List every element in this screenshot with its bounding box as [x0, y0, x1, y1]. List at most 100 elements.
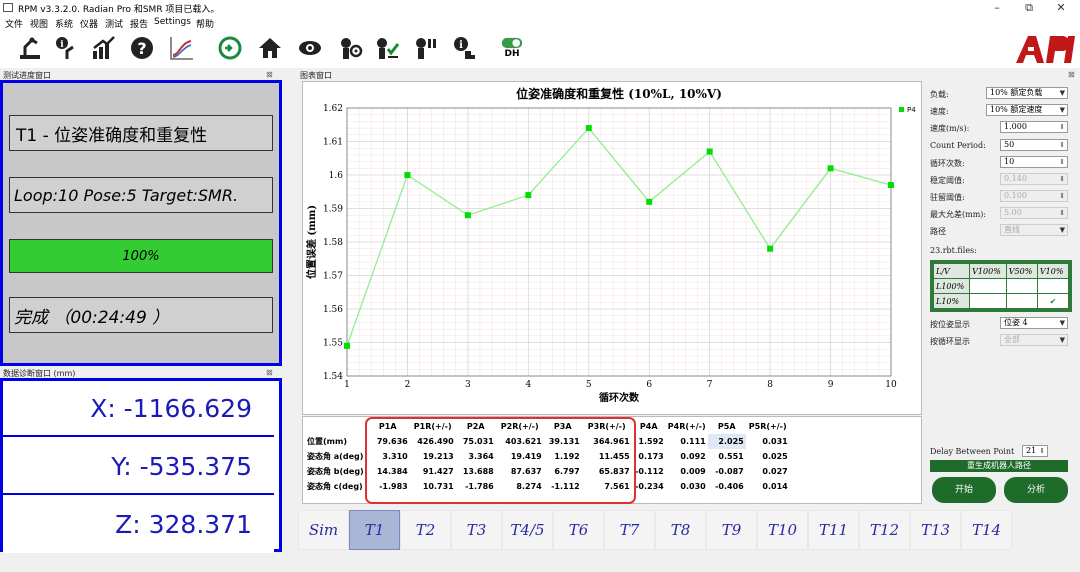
progress-panel-close-icon[interactable]: ⊠	[266, 70, 273, 79]
tab-t1[interactable]: T1	[349, 510, 400, 550]
loop-info: Loop:10 Pose:5 Target:SMR.	[9, 177, 273, 213]
delay-input[interactable]: 21 ⇕	[1022, 445, 1048, 457]
help-icon[interactable]: ?	[128, 33, 156, 63]
tab-t11[interactable]: T11	[808, 510, 859, 550]
table-header: P5R(+/-)	[748, 422, 787, 431]
robot-info2-icon[interactable]: i	[450, 33, 478, 63]
highlight-box	[365, 417, 636, 504]
count-period-input[interactable]: 50 ⇕	[1000, 139, 1068, 151]
robot-settings-icon[interactable]	[336, 33, 364, 63]
tab-t10[interactable]: T10	[757, 510, 808, 550]
tab-t13[interactable]: T13	[910, 510, 961, 550]
menu-report[interactable]: 报告	[130, 17, 148, 30]
tab-sim[interactable]: Sim	[298, 510, 349, 550]
x-tick-label: 5	[586, 380, 592, 390]
tab-t7[interactable]: T7	[604, 510, 655, 550]
dh-toggle-icon[interactable]: DH	[498, 33, 526, 63]
chart-panel-close-icon[interactable]: ⊠	[1068, 70, 1075, 79]
table-cell: 0.111	[680, 437, 706, 446]
tab-t2[interactable]: T2	[400, 510, 451, 550]
speed-select[interactable]: 10% 额定速度 ▼	[986, 104, 1068, 116]
toolbar: i ? i DH	[0, 30, 1080, 68]
checkmark-icon[interactable]: ✔	[1036, 293, 1070, 309]
legend-label: P4	[907, 106, 916, 114]
cycle-display-label: 按循环显示	[930, 337, 970, 346]
chevron-down-icon: ▼	[1059, 319, 1065, 327]
refresh-icon[interactable]	[216, 33, 244, 63]
chart-panel-title: 图表窗口	[300, 71, 332, 80]
x-coordinate: X: -1166.629	[3, 381, 274, 437]
path-label: 路径	[930, 227, 946, 236]
menu-instrument[interactable]: 仪器	[80, 17, 98, 30]
chart-area: 1 2 3 4 5 6 7 8 9 10 1.54 1.55 1.56 1.57 1.58 1.59 1.6 1.…	[302, 81, 922, 415]
lv-header-v10: V10%	[1036, 263, 1070, 279]
menu-help[interactable]: 帮助	[196, 17, 214, 30]
speed-ms-input[interactable]: 1.000 ⇕	[1000, 121, 1068, 133]
eye-icon[interactable]	[296, 33, 324, 63]
analyze-button[interactable]: 分析	[1004, 477, 1068, 503]
menu-test[interactable]: 测试	[105, 17, 123, 30]
y-tick-label: 1.61	[323, 138, 343, 148]
menu-system[interactable]: 系统	[55, 17, 73, 30]
title-bar: RPM v3.3.2.0. Radian Pro 和SMR 项目已载入。 – ⧉…	[0, 0, 1080, 16]
lv-grid: L/V V100% V50% V10% L100% L10% ✔	[930, 260, 1072, 312]
robot-pause-icon[interactable]	[412, 33, 440, 63]
z-coordinate: Z: 328.371	[3, 497, 274, 553]
progress-bar: 100%	[9, 239, 273, 273]
delay-label: Delay Between Point	[930, 447, 1015, 456]
tab-t12[interactable]: T12	[859, 510, 910, 550]
data-point	[404, 172, 411, 178]
path-value: 直线	[1004, 225, 1020, 234]
robot-config-icon[interactable]	[16, 33, 44, 63]
dh-label: DH	[504, 49, 520, 59]
tab-t3[interactable]: T3	[451, 510, 502, 550]
pose-display-select[interactable]: 位姿 4 ▼	[1000, 317, 1068, 329]
maximize-button[interactable]: ⧉	[1014, 0, 1044, 16]
robot-check-icon[interactable]	[374, 33, 402, 63]
lv-row-l10: L10%	[932, 293, 971, 309]
delay-value: 21	[1026, 446, 1037, 455]
lv-cell[interactable]	[969, 278, 1007, 294]
control-panel: 负载: 10% 额定负载 ▼ 速度: 10% 额定速度 ▼ 速度(m/s): 1.0…	[926, 81, 1080, 511]
diag-panel-close-icon[interactable]: ⊠	[266, 368, 273, 377]
close-button[interactable]: ✕	[1046, 0, 1076, 16]
chart-up-icon[interactable]	[90, 33, 118, 63]
lv-cell[interactable]	[1005, 293, 1038, 309]
lv-cell[interactable]	[969, 293, 1007, 309]
chevron-down-icon: ▼	[1059, 106, 1065, 114]
lv-header-v100: V100%	[969, 263, 1007, 279]
chart-title: 位姿准确度和重复性 (10%L, 10%V)	[516, 86, 722, 101]
tab-t14[interactable]: T14	[961, 510, 1012, 550]
lv-cell[interactable]	[1005, 278, 1038, 294]
tab-t4-5[interactable]: T4/5	[502, 510, 553, 550]
y-tick-label: 1.57	[323, 272, 343, 282]
menu-file[interactable]: 文件	[5, 17, 23, 30]
table-cell: 0.009	[680, 467, 706, 476]
row-label: 位置(mm)	[307, 437, 347, 446]
lv-cell[interactable]	[1036, 278, 1070, 294]
x-tick-label: 10	[885, 380, 897, 390]
lv-corner: L/V	[932, 263, 971, 279]
robot-info-icon[interactable]: i	[52, 33, 80, 63]
window-title: RPM v3.3.2.0. Radian Pro 和SMR 项目已载入。	[18, 5, 220, 15]
row-label: 姿态角 b(deg)	[307, 467, 364, 476]
x-tick-label: 3	[465, 380, 471, 390]
home-icon[interactable]	[256, 33, 284, 63]
tab-t8[interactable]: T8	[655, 510, 706, 550]
cycle-display-select: 全部 ▼	[1000, 334, 1068, 346]
table-cell: 0.551	[718, 452, 744, 461]
lv-header-v50: V50%	[1005, 263, 1038, 279]
cycles-input[interactable]: 10 ⇕	[1000, 156, 1068, 168]
regen-path-button[interactable]: 重生成机器人路径	[930, 460, 1068, 472]
curve-icon[interactable]	[168, 33, 196, 63]
tab-t6[interactable]: T6	[553, 510, 604, 550]
tab-t9[interactable]: T9	[706, 510, 757, 550]
minimize-button[interactable]: –	[982, 0, 1012, 16]
results-panel: P1A P1R(+/-) P2A P2R(+/-) P3A P3R(+/-) P4A P4R(…	[302, 416, 922, 504]
start-button[interactable]: 开始	[932, 477, 996, 503]
load-select[interactable]: 10% 额定负载 ▼	[986, 87, 1068, 99]
menu-settings[interactable]: Settings	[154, 17, 191, 27]
menu-view[interactable]: 视图	[30, 17, 48, 30]
row-label: 姿态角 a(deg)	[307, 452, 364, 461]
max-dev-label: 最大允差(mm):	[930, 210, 987, 219]
